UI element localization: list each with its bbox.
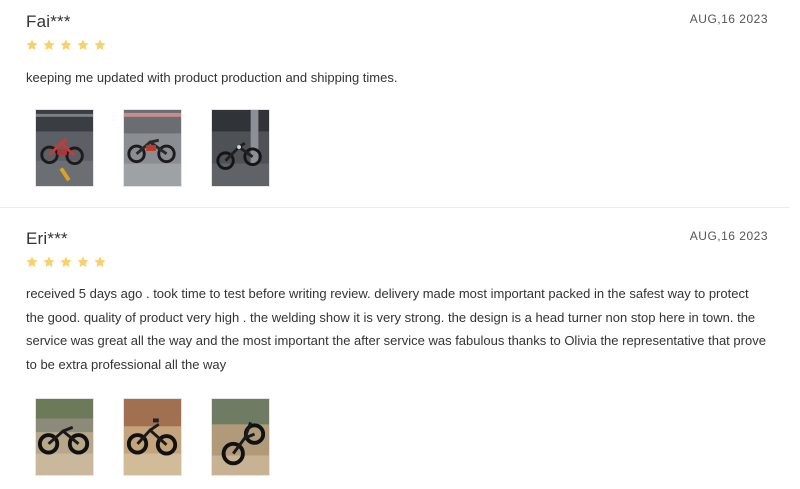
review-photos bbox=[35, 398, 270, 476]
review-photo-thumbnail[interactable] bbox=[211, 398, 270, 476]
star-rating bbox=[25, 38, 107, 52]
review-photos bbox=[35, 109, 270, 187]
review-author: Eri*** bbox=[26, 229, 68, 248]
star-icon bbox=[59, 255, 73, 269]
review-card: Fai*** AUG,16 2023 keeping me updated wi… bbox=[0, 0, 790, 207]
star-icon bbox=[42, 255, 56, 269]
review-text: received 5 days ago . took time to test … bbox=[26, 286, 766, 372]
review-photo-thumbnail[interactable] bbox=[123, 398, 182, 476]
review-card: Eri*** AUG,16 2023 received 5 days ago .… bbox=[0, 207, 790, 489]
star-icon bbox=[93, 255, 107, 269]
star-icon bbox=[93, 38, 107, 52]
review-photo-thumbnail[interactable] bbox=[123, 109, 182, 187]
star-icon bbox=[76, 38, 90, 52]
review-author: Fai*** bbox=[26, 12, 71, 31]
star-icon bbox=[59, 38, 73, 52]
star-icon bbox=[42, 38, 56, 52]
star-rating bbox=[25, 255, 107, 269]
review-text: keeping me updated with product producti… bbox=[26, 70, 398, 85]
star-icon bbox=[76, 255, 90, 269]
star-icon bbox=[25, 38, 39, 52]
review-date: AUG,16 2023 bbox=[689, 229, 768, 243]
review-photo-thumbnail[interactable] bbox=[35, 398, 94, 476]
review-date: AUG,16 2023 bbox=[689, 12, 768, 26]
star-icon bbox=[25, 255, 39, 269]
review-photo-thumbnail[interactable] bbox=[35, 109, 94, 187]
review-photo-thumbnail[interactable] bbox=[211, 109, 270, 187]
